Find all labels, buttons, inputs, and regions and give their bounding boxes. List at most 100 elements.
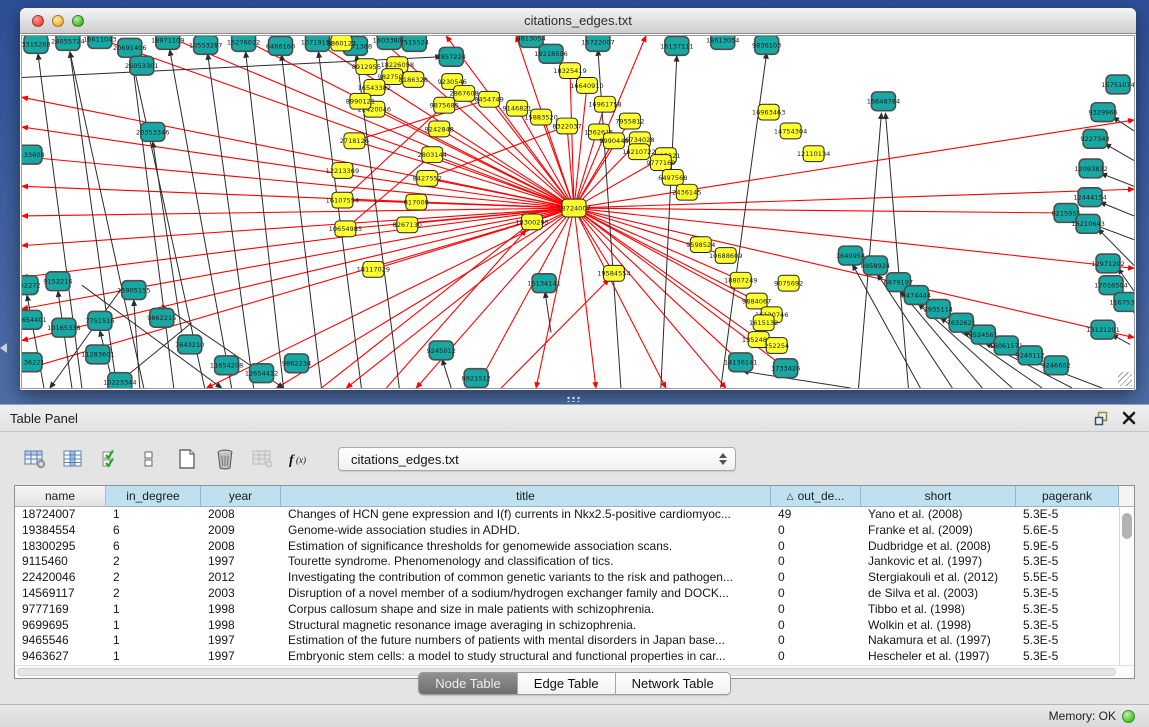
table-cell[interactable]: 5.3E-5 (1016, 554, 1136, 570)
graph-edge[interactable] (1105, 144, 1134, 161)
graph-edge[interactable] (70, 52, 144, 388)
graph-edge[interactable] (574, 208, 666, 388)
table-cell[interactable]: Yano et al. (2008) (861, 507, 1016, 523)
graph-edge[interactable] (22, 208, 574, 277)
table-mode-icon[interactable] (20, 446, 50, 472)
table-cell[interactable]: 9777169 (15, 602, 106, 618)
table-row[interactable]: 977716911998Corpus callosum shape and si… (15, 602, 1134, 618)
delete-trash-icon[interactable] (210, 446, 240, 472)
table-cell[interactable]: 1998 (201, 602, 281, 618)
table-cell[interactable]: Estimation of significance thresholds fo… (281, 539, 771, 555)
table-row[interactable]: 969969511998Structural magnetic resonanc… (15, 618, 1134, 634)
panel-collapse-arrow[interactable] (0, 343, 7, 353)
table-row[interactable]: 2242004622012Investigating the contribut… (15, 570, 1134, 586)
graph-edge[interactable] (574, 208, 1066, 213)
graph-edge[interactable] (282, 55, 322, 388)
graph-edge[interactable] (27, 295, 44, 388)
graph-edge[interactable] (70, 52, 117, 388)
table-cell[interactable]: Jankovic et al. (1997) (861, 554, 1016, 570)
graph-edge[interactable] (574, 208, 596, 388)
table-cell[interactable]: Investigating the contribution of common… (281, 570, 771, 586)
table-cell[interactable]: 0 (771, 554, 861, 570)
table-cell[interactable]: 5.3E-5 (1016, 649, 1136, 665)
table-cell[interactable]: Corpus callosum shape and size in male p… (281, 602, 771, 618)
table-cell[interactable]: 1 (106, 618, 201, 634)
graph-edge[interactable] (574, 208, 726, 388)
table-cell[interactable]: Wolkin et al. (1998) (861, 618, 1016, 634)
table-cell[interactable]: 18300295 (15, 539, 106, 555)
graph-edge[interactable] (416, 208, 574, 388)
network-table-selector[interactable]: citations_edges.txt (338, 447, 736, 471)
table-cell[interactable]: 1 (106, 602, 201, 618)
table-cell[interactable]: Disruption of a novel member of a sodium… (281, 586, 771, 602)
graph-edge[interactable] (442, 359, 451, 388)
table-cell[interactable]: Estimation of the future numbers of pati… (281, 633, 771, 649)
table-cell[interactable]: Nakamura et al. (1997) (861, 633, 1016, 649)
table-cell[interactable]: 2008 (201, 539, 281, 555)
column-header-pagerank[interactable]: pagerank (1016, 486, 1119, 507)
column-header-in-degree[interactable]: in_degree (106, 486, 201, 507)
table-cell[interactable]: 1998 (201, 618, 281, 634)
table-vertical-scrollbar[interactable] (1119, 507, 1134, 665)
show-columns-icon[interactable] (58, 446, 88, 472)
table-cell[interactable]: 1 (106, 633, 201, 649)
table-row[interactable]: 1830029562008Estimation of significance … (15, 539, 1134, 555)
table-cell[interactable]: 6 (106, 523, 201, 539)
function-builder-icon[interactable]: f(x) (286, 446, 316, 472)
table-cell[interactable]: Dudbridge et al. (2008) (861, 539, 1016, 555)
table-cell[interactable]: 5.3E-5 (1016, 602, 1136, 618)
graph-edge[interactable] (1113, 117, 1134, 131)
table-cell[interactable]: 2003 (201, 586, 281, 602)
network-canvas[interactable]: 3315268240557241661104320691406189711091… (22, 36, 1134, 388)
table-cell[interactable]: 5.3E-5 (1016, 618, 1136, 634)
new-column-icon[interactable] (172, 446, 202, 472)
graph-edge[interactable] (574, 208, 1134, 338)
table-cell[interactable]: 1997 (201, 649, 281, 665)
table-cell[interactable]: 5.3E-5 (1016, 586, 1136, 602)
table-cell[interactable]: 5.6E-5 (1016, 523, 1136, 539)
table-row[interactable]: 1872400712008Changes of HCN gene express… (15, 507, 1134, 523)
table-cell[interactable]: 5.3E-5 (1016, 633, 1136, 649)
table-cell[interactable]: 5.9E-5 (1016, 539, 1136, 555)
table-cell[interactable]: 0 (771, 633, 861, 649)
table-row[interactable]: 946362711997Embryonic stem cells: a mode… (15, 649, 1134, 665)
graph-edge[interactable] (885, 113, 908, 388)
table-cell[interactable]: de Silva et al. (2003) (861, 586, 1016, 602)
graph-edge[interactable] (207, 208, 574, 388)
table-cell[interactable]: Changes of HCN gene expression and I(f) … (281, 507, 771, 523)
table-cell[interactable]: Tourette syndrome. Phenomenology and cla… (281, 554, 771, 570)
window-titlebar[interactable]: citations_edges.txt (20, 8, 1136, 34)
graph-edge[interactable] (1100, 202, 1134, 216)
graph-edge[interactable] (22, 208, 574, 246)
graph-edge[interactable] (536, 208, 574, 388)
table-cell[interactable]: 2 (106, 570, 201, 586)
column-header-out-de-[interactable]: △out_de... (771, 486, 861, 507)
table-cell[interactable]: 1997 (201, 554, 281, 570)
select-columns-icon[interactable] (96, 446, 126, 472)
tab-edge-table[interactable]: Edge Table (518, 673, 616, 694)
table-cell[interactable]: Stergiakouli et al. (2012) (861, 570, 1016, 586)
table-cell[interactable]: 1997 (201, 633, 281, 649)
table-cell[interactable]: 0 (771, 649, 861, 665)
table-cell[interactable]: 14569117 (15, 586, 106, 602)
table-cell[interactable]: 0 (771, 586, 861, 602)
tab-network-table[interactable]: Network Table (616, 673, 730, 694)
close-panel-icon[interactable] (1119, 408, 1139, 428)
table-cell[interactable]: Genome-wide association studies in ADHD. (281, 523, 771, 539)
table-cell[interactable]: 5.5E-5 (1016, 570, 1136, 586)
table-cell[interactable]: 9699695 (15, 618, 106, 634)
table-cell[interactable]: 0 (771, 618, 861, 634)
table-cell[interactable]: 0 (771, 570, 861, 586)
float-panel-icon[interactable] (1091, 408, 1111, 428)
scrollbar-thumb[interactable] (1122, 513, 1132, 539)
table-cell[interactable]: Franke et al. (2009) (861, 523, 1016, 539)
column-header-year[interactable]: year (201, 486, 281, 507)
table-cell[interactable]: Structural magnetic resonance image aver… (281, 618, 771, 634)
table-cell[interactable]: 9465546 (15, 633, 106, 649)
table-cell[interactable]: 19384554 (15, 523, 106, 539)
table-cell[interactable]: 2 (106, 554, 201, 570)
table-row[interactable]: 1456911722003Disruption of a novel membe… (15, 586, 1134, 602)
row-height-icon[interactable] (134, 446, 164, 472)
graph-edge[interactable] (132, 58, 174, 388)
table-cell[interactable]: 0 (771, 602, 861, 618)
